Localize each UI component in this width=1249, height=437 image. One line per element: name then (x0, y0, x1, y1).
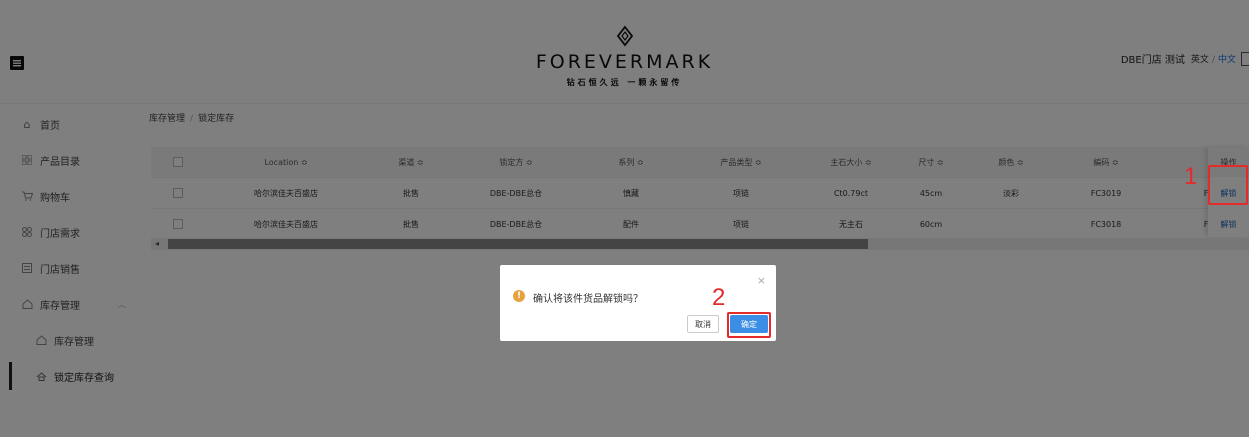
modal-overlay (0, 0, 1249, 437)
close-icon[interactable]: × (757, 274, 766, 287)
annotation-step-1: 1 (1184, 163, 1198, 190)
app-window: FOREVERMARK 钻石恒久远 一颗永留传 DBE门店 测试 英文/中文 ⌂… (0, 0, 1249, 437)
annotation-box-1 (1208, 165, 1248, 205)
annotation-box-2 (727, 312, 771, 338)
annotation-step-2: 2 (712, 284, 726, 311)
warning-icon: ! (513, 290, 525, 302)
cancel-button[interactable]: 取消 (687, 315, 719, 333)
dialog-message: 确认将该件货品解锁吗？ (533, 294, 643, 305)
